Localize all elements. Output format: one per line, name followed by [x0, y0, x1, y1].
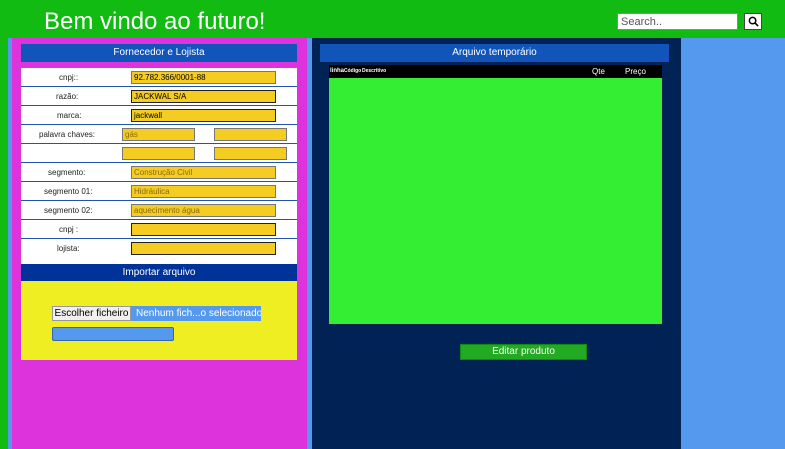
- form-row-lojista: lojista:: [21, 239, 297, 258]
- search-icon: [748, 16, 759, 27]
- label-segmento-01: segmento 01:: [44, 187, 93, 196]
- cnpj-2-field[interactable]: [131, 223, 276, 236]
- column-header-linha: linha: [330, 68, 345, 74]
- keyword-field-3[interactable]: [122, 147, 195, 160]
- import-file-title: Importar arquivo: [21, 264, 297, 281]
- label-razao: razão:: [56, 92, 79, 101]
- form-row-razao: razão: JACKWAL S/A: [21, 87, 297, 106]
- label-cnpj: cnpj::: [59, 73, 79, 82]
- upload-submit-button[interactable]: [52, 327, 174, 341]
- segmento-01-field[interactable]: Hidráulica: [131, 185, 276, 198]
- form-row-segmento-02: segmento 02: aquecimento água: [21, 201, 297, 220]
- keyword-field-1[interactable]: gás: [122, 128, 195, 141]
- site-title: Bem vindo ao futuro!: [44, 8, 266, 35]
- column-header-qtd: Qte: [592, 67, 605, 76]
- temp-file-title: Arquivo temporário: [320, 44, 669, 62]
- keyword-field-2[interactable]: [214, 128, 287, 141]
- form-row-cnpj-2: cnpj :: [21, 220, 297, 239]
- form-row-keywords-extra: [21, 144, 297, 163]
- form-row-cnpj: cnpj:: 92.782.366/0001-88: [21, 68, 297, 87]
- column-header-preco: Preço: [625, 67, 646, 76]
- lojista-field[interactable]: [131, 242, 276, 255]
- marca-field[interactable]: jackwall: [131, 109, 276, 122]
- keyword-field-4[interactable]: [214, 147, 287, 160]
- supplier-panel-title: Fornecedor e Lojista: [21, 44, 297, 62]
- form-row-segmento-01: segmento 01: Hidráulica: [21, 182, 297, 201]
- left-edge-strip: [0, 38, 8, 449]
- label-segmento: segmento:: [48, 168, 86, 177]
- razao-field[interactable]: JACKWAL S/A: [131, 90, 276, 103]
- edit-product-button[interactable]: Editar produto: [460, 344, 587, 360]
- label-cnpj-2: cnpj :: [59, 225, 79, 234]
- segmento-02-field[interactable]: aquecimento água: [131, 204, 276, 217]
- cnpj-field[interactable]: 92.782.366/0001-88: [131, 71, 276, 84]
- column-header-codigo: Código: [344, 68, 362, 74]
- search-button[interactable]: [744, 13, 762, 30]
- column-header-descritivo: Descritivo: [362, 68, 387, 74]
- temp-products-table: [329, 65, 662, 324]
- file-status-text: Nenhum fich...o selecionado: [131, 306, 261, 321]
- header-bar: Bem vindo ao futuro!: [0, 0, 785, 38]
- label-keywords: palavra chaves:: [39, 130, 96, 139]
- form-row-marca: marca: jackwall: [21, 106, 297, 125]
- segmento-field[interactable]: Construção Civil: [131, 166, 276, 179]
- table-header-row: linha Código Descritivo Qte Preço: [329, 65, 662, 78]
- form-row-keywords: palavra chaves: gás: [21, 125, 297, 144]
- form-row-segmento: segmento: Construção Civil: [21, 163, 297, 182]
- search-input[interactable]: [617, 13, 738, 30]
- label-segmento-02: segmento 02:: [44, 206, 93, 215]
- supplier-form: cnpj:: 92.782.366/0001-88 razão: JACKWAL…: [21, 68, 297, 264]
- label-lojista: lojista:: [57, 244, 80, 253]
- choose-file-button[interactable]: Escolher ficheiro: [52, 306, 131, 321]
- label-marca: marca:: [57, 111, 82, 120]
